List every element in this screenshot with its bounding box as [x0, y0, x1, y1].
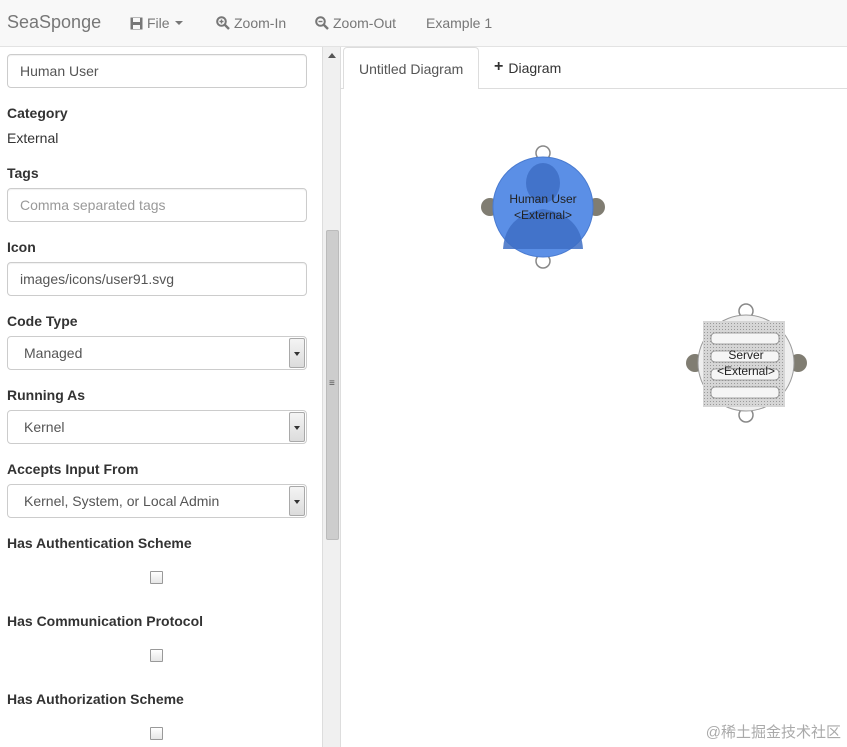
- tags-input[interactable]: [7, 188, 307, 222]
- zoom-in-label: Zoom-In: [234, 15, 287, 31]
- server-name: Server: [728, 348, 763, 362]
- save-icon: [130, 17, 143, 29]
- has-authentication-checkbox[interactable]: [150, 571, 163, 584]
- code-type-label: Code Type: [7, 313, 78, 329]
- example-menu[interactable]: Example 1: [426, 15, 492, 31]
- scroll-up-arrow-icon[interactable]: [328, 53, 336, 58]
- zoom-in-icon: [216, 16, 230, 30]
- zoom-out-label: Zoom-Out: [333, 15, 397, 31]
- name-input[interactable]: [7, 54, 307, 88]
- has-communication-label: Has Communication Protocol: [7, 613, 204, 629]
- add-diagram-label: Diagram: [508, 60, 562, 76]
- server-node[interactable]: Server <External>: [686, 303, 807, 423]
- running-as-value: Kernel: [24, 419, 65, 435]
- diagram-tabbar: Untitled Diagram + Diagram: [341, 47, 847, 90]
- human-user-name: Human User: [509, 192, 576, 206]
- panel-splitter[interactable]: ≡: [322, 47, 341, 747]
- file-menu-label: File: [147, 15, 170, 31]
- accepts-input-select[interactable]: Kernel, System, or Local Admin: [7, 484, 307, 518]
- app-brand[interactable]: SeaSponge: [7, 12, 101, 33]
- has-authorization-checkbox[interactable]: [150, 727, 163, 740]
- category-value: External: [7, 130, 59, 146]
- server-type: <External>: [717, 364, 775, 378]
- add-diagram-tab[interactable]: + Diagram: [479, 47, 576, 89]
- running-as-label: Running As: [7, 387, 86, 403]
- code-type-value: Managed: [24, 345, 83, 361]
- category-label: Category: [7, 105, 68, 121]
- zoom-out-icon: [315, 16, 329, 30]
- accepts-input-value: Kernel, System, or Local Admin: [24, 493, 220, 509]
- zoom-out-button[interactable]: Zoom-Out: [315, 15, 396, 31]
- drag-handle-icon[interactable]: ≡: [329, 378, 335, 389]
- diagram-svg[interactable]: Human User <External> Server <External>: [341, 89, 847, 747]
- properties-panel: Category External Tags Icon Code Type Ma…: [0, 47, 322, 747]
- chevron-down-icon: [289, 412, 305, 442]
- chevron-down-icon: [289, 338, 305, 368]
- tags-label: Tags: [7, 165, 39, 181]
- plus-icon: +: [494, 58, 504, 75]
- tab-untitled-diagram[interactable]: Untitled Diagram: [343, 47, 480, 90]
- icon-path-input[interactable]: [7, 262, 307, 296]
- human-user-type: <External>: [514, 208, 572, 222]
- has-authorization-label: Has Authorization Scheme: [7, 691, 184, 707]
- has-communication-checkbox[interactable]: [150, 649, 163, 662]
- accepts-input-label: Accepts Input From: [7, 461, 139, 477]
- chevron-down-icon: [289, 486, 305, 516]
- chevron-down-icon: [174, 21, 183, 25]
- navbar: SeaSponge File Zoom-In Zoom-Out Example …: [0, 0, 847, 47]
- file-menu[interactable]: File: [130, 15, 183, 31]
- human-user-node[interactable]: Human User <External>: [481, 145, 605, 269]
- watermark: @稀土掘金技术社区: [705, 724, 841, 741]
- has-authentication-label: Has Authentication Scheme: [7, 535, 192, 551]
- diagram-canvas[interactable]: Human User <External> Server <External> …: [341, 89, 847, 747]
- code-type-select[interactable]: Managed: [7, 336, 307, 370]
- zoom-in-button[interactable]: Zoom-In: [216, 15, 286, 31]
- running-as-select[interactable]: Kernel: [7, 410, 307, 444]
- icon-label: Icon: [7, 239, 36, 255]
